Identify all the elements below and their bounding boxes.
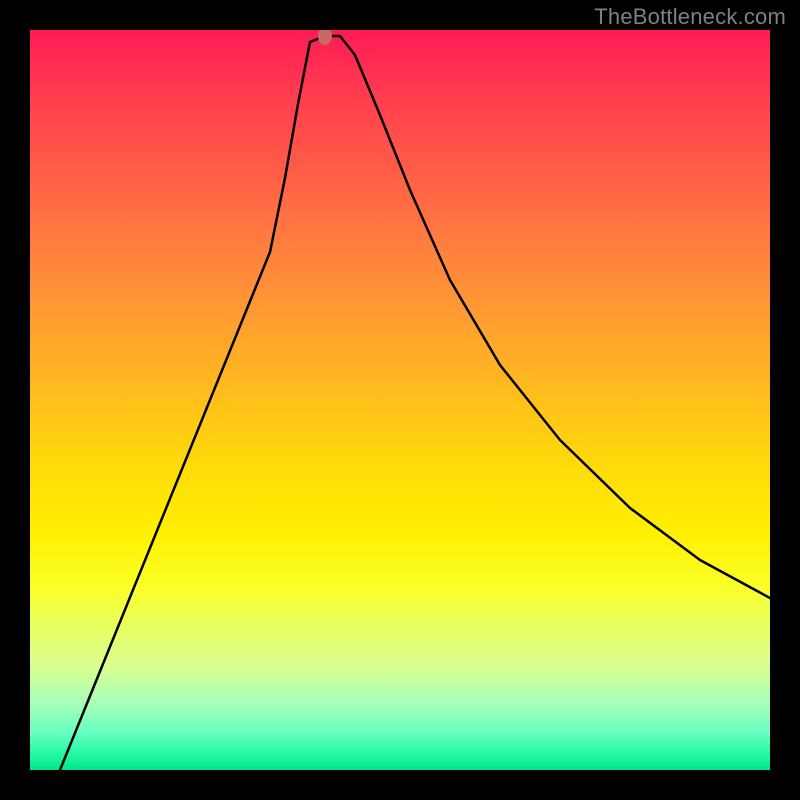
bottleneck-curve <box>30 30 770 770</box>
chart-frame: TheBottleneck.com <box>0 0 800 800</box>
plot-area <box>30 30 770 770</box>
watermark-text: TheBottleneck.com <box>594 4 786 30</box>
